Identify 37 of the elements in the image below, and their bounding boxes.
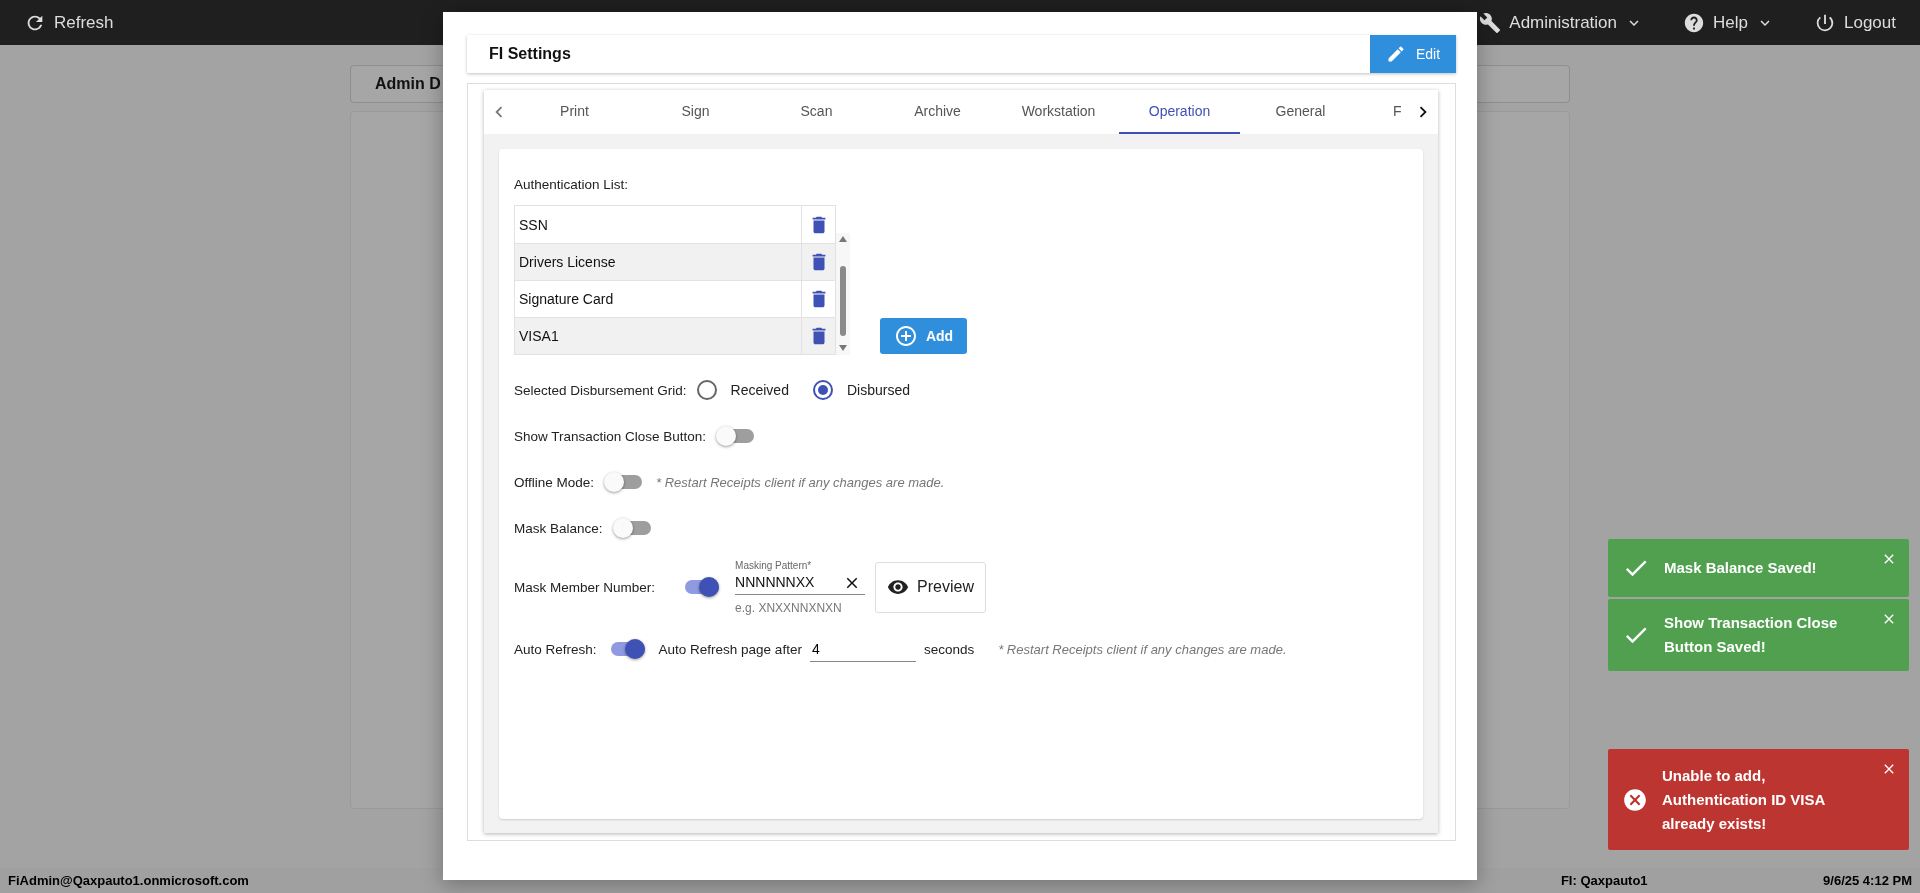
radio-option[interactable]: Received [696, 380, 789, 400]
datetime-text: 9/6/25 4:12 PM [1823, 873, 1912, 888]
menu-item[interactable]: Logout [1814, 11, 1896, 34]
user-text: FiAdmin@Qaxpauto1.onmicrosoft.com [8, 873, 249, 888]
field-label: Masking Pattern* [735, 559, 813, 571]
menu-item[interactable]: Administration [1479, 11, 1644, 34]
toast: Mask Balance Saved! [1608, 539, 1909, 597]
toggle-switch[interactable] [616, 521, 651, 535]
list-label: Authentication List: [514, 177, 630, 192]
menu-item[interactable]: Help [1683, 11, 1774, 34]
setting-label: Mask Member Number: [514, 579, 656, 595]
error-icon [1622, 786, 1648, 813]
setting-label: Show Transaction Close Button: [514, 428, 707, 444]
radio-option[interactable]: Disbursed [812, 380, 910, 400]
radio-icon[interactable] [696, 380, 717, 400]
toggle-switch[interactable] [610, 642, 645, 656]
fi-text: FI: Qaxpauto1 [1560, 873, 1648, 888]
toast: Unable to add, Authentication ID VISA already exists! [1608, 749, 1909, 850]
setting-label: Mask Balance: [514, 520, 603, 536]
setting-label: seconds [923, 641, 975, 657]
preview-button[interactable]: Preview [875, 561, 987, 613]
setting-label: Offline Mode: [514, 474, 595, 490]
setting-label: Selected Disbursement Grid: [514, 382, 687, 398]
scrollbar-drawing[interactable] [836, 233, 850, 355]
field-hint: e.g. XNXXNNXNXN [735, 600, 843, 615]
setting-label: Auto Refresh page after [658, 641, 802, 657]
radio-icon[interactable] [812, 380, 833, 400]
toggle-switch[interactable] [685, 580, 720, 594]
help-icon[interactable] [1683, 11, 1706, 34]
setting-label: Auto Refresh: [514, 641, 597, 657]
dialog-title: FI Settings [489, 45, 571, 63]
toast: Show Transaction Close Button Saved! [1608, 599, 1909, 671]
wrench-icon[interactable] [1479, 11, 1502, 34]
note-text: * Restart Receipts client if any changes are made. [656, 474, 945, 490]
tab[interactable]: Operation [1119, 90, 1240, 134]
note-text: * Restart Receipts client if any changes are made. [998, 641, 1287, 657]
refresh-button[interactable]: Refresh [24, 11, 114, 34]
